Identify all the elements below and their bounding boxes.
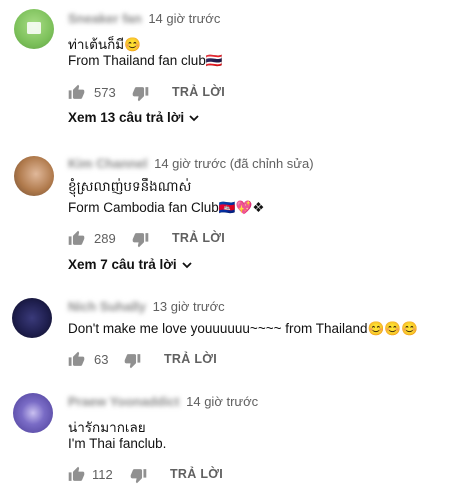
comment-time[interactable]: 14 giờ trước: [186, 394, 258, 409]
thumb-down-icon[interactable]: [124, 352, 141, 369]
comment-author[interactable]: Nich Suhally: [68, 299, 146, 314]
like-count: 63: [94, 352, 109, 367]
avatar[interactable]: [12, 298, 52, 338]
thumb-down-icon[interactable]: [132, 231, 149, 248]
view-replies-label: Xem 7 câu trả lời: [68, 257, 177, 272]
chevron-down-icon: [182, 261, 192, 268]
comment-author[interactable]: Praew Yoonaddict: [68, 394, 180, 409]
thumb-down-icon[interactable]: [132, 85, 149, 102]
like-count: 573: [94, 85, 116, 100]
avatar[interactable]: [14, 9, 54, 49]
thumb-up-icon[interactable]: [68, 230, 85, 247]
comment-text-line: Form Cambodia fan Club🇰🇭💖❖: [68, 200, 265, 215]
reply-button[interactable]: TRẢ LỜI: [164, 351, 217, 368]
thumb-up-icon[interactable]: [68, 466, 85, 483]
view-replies-label: Xem 13 câu trả lời: [68, 110, 185, 125]
comment-text-line: From Thailand fan club🇹🇭: [68, 53, 223, 68]
comment-text-line: I'm Thai fanclub.: [68, 436, 167, 451]
reply-button[interactable]: TRẢ LỜI: [172, 230, 225, 247]
like-count: 289: [94, 231, 116, 246]
avatar[interactable]: [14, 156, 54, 196]
comment-time[interactable]: 14 giờ trước (đã chỉnh sửa): [154, 156, 313, 171]
comment-text-line: ท่าเต้นก็มี😊: [68, 37, 141, 52]
reply-button[interactable]: TRẢ LỜI: [172, 84, 225, 101]
comment-text-line: ខ្ញុំស្រលាញ់បទនឹងណាស់: [68, 179, 192, 194]
thumb-up-icon[interactable]: [68, 84, 85, 101]
thumb-up-icon[interactable]: [68, 351, 85, 368]
comment-text-line: Don't make me love youuuuuu~~~~ from Tha…: [68, 321, 418, 336]
comment-time[interactable]: 14 giờ trước: [148, 11, 220, 26]
reply-button[interactable]: TRẢ LỜI: [170, 466, 223, 483]
comment-text-line: น่ารักมากเลย: [68, 420, 146, 435]
comment-author[interactable]: Kim Channel: [68, 156, 147, 171]
like-count: 112: [92, 467, 113, 482]
chevron-down-icon: [189, 114, 199, 121]
view-replies-button[interactable]: Xem 13 câu trả lời: [68, 110, 200, 125]
comment-time[interactable]: 13 giờ trước: [153, 299, 225, 314]
thumb-down-icon[interactable]: [130, 467, 147, 484]
avatar[interactable]: [13, 393, 53, 433]
comment-author[interactable]: Sneaker fan: [68, 11, 142, 26]
view-replies-button[interactable]: Xem 7 câu trả lời: [68, 257, 193, 272]
